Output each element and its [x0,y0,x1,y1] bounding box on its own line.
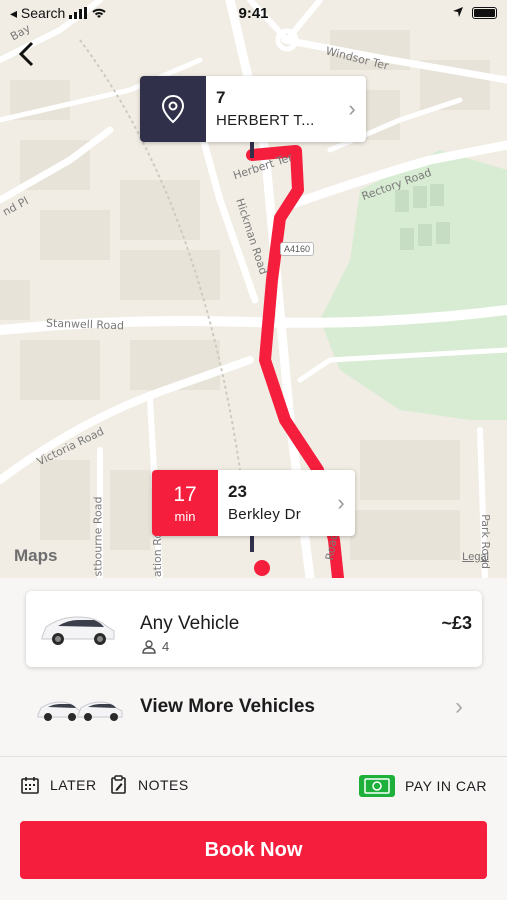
eta-value: 17 [173,482,197,506]
legal-link[interactable]: Legal [462,551,489,563]
road-number-badge: A4160 [280,242,315,256]
calendar-icon [21,777,39,794]
pickup-callout[interactable]: 7 HERBERT T... › [140,76,366,142]
later-option[interactable]: LATER [20,775,97,795]
passenger-icon [142,639,156,654]
status-bar: ◂ Search 9:41 [0,0,507,28]
cash-icon [358,775,395,797]
chevron-right-icon: › [455,693,463,720]
multiple-cars-icon [37,701,123,721]
street-label-eastbourne: stbourne Road [91,496,105,577]
view-more-vehicles-row[interactable]: View More Vehicles › [0,679,507,737]
notes-label: NOTES [138,777,189,793]
pickup-street: HERBERT T... [216,112,315,129]
location-pin-icon [161,94,185,124]
pay-in-car-label: PAY IN CAR [404,778,487,794]
car-icon [41,616,115,645]
chevron-right-icon: › [337,490,345,515]
vehicle-option-card[interactable]: Any Vehicle 4 ~£3 [26,591,482,667]
pickup-icon-box [140,76,206,142]
clock: 9:41 [238,5,269,22]
divider [0,756,507,757]
later-label: LATER [50,777,97,793]
notes-option[interactable]: NOTES [110,775,189,795]
dropoff-callout[interactable]: 17 min 23 Berkley Dr › [152,470,355,536]
seat-count: 4 [162,639,170,654]
vehicle-seats: 4 [142,639,169,654]
booking-panel: Any Vehicle 4 ~£3 View More Vehicles › L… [0,578,507,900]
dropoff-street: Berkley Dr [228,506,302,523]
eta-box: 17 min [152,470,218,536]
view-more-vehicles-label: View More Vehicles [140,696,315,717]
pickup-number: 7 [216,88,226,107]
battery-icon [472,7,497,19]
chevron-left-icon [18,41,34,67]
street-label-station: ation Ro [151,531,165,578]
vehicle-name: Any Vehicle [140,613,240,634]
dropoff-number: 23 [228,482,247,501]
apple-maps-logo: Maps [14,546,58,565]
vehicle-price: ~£3 [441,613,472,633]
book-now-button[interactable]: Book Now [20,821,487,879]
notes-icon [111,775,126,794]
location-arrow-icon [452,5,464,21]
back-button[interactable] [10,38,42,70]
eta-unit: min [174,508,196,524]
booking-options: LATER NOTES PAY IN CAR [0,775,507,803]
payment-option[interactable]: PAY IN CAR [358,775,487,797]
street-label-stanwell: Stanwell Road [45,316,125,333]
chevron-right-icon: › [348,96,356,121]
